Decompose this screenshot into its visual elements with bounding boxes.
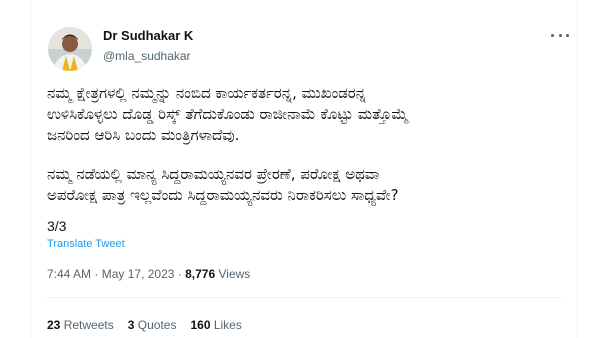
likes-count: 160 xyxy=(190,318,211,332)
quotes-stat[interactable]: 3 Quotes xyxy=(128,318,177,332)
meta-separator: · xyxy=(177,267,182,281)
thread-counter: 3/3 xyxy=(47,218,67,234)
translate-tweet-link[interactable]: Translate Tweet xyxy=(47,238,125,250)
tweet-line: ನಮ್ಮ ನಡೆಯಲ್ಲಿ ಮಾನ್ಯ ಸಿದ್ದರಾಮಯ್ಯನವರ ಪ್ರೇರ… xyxy=(47,165,380,183)
tweet-paragraph-2: ನಮ್ಮ ನಡೆಯಲ್ಲಿ ಮಾನ್ಯ ಸಿದ್ದರಾಮಯ್ಯನವರ ಪ್ರೇರ… xyxy=(47,164,567,206)
tweet-paragraph-1: ನಮ್ಮ ಕ್ಷೇತ್ರಗಳಲ್ಲಿ ನಮ್ಮನ್ನು ನಂಬಿದ ಕಾರ್ಯಕ… xyxy=(47,83,567,146)
tweet-card: Dr Sudhakar K @mla_sudhakar ನಮ್ಮ ಕ್ಷೇತ್ರ… xyxy=(30,0,578,338)
quotes-label: Quotes xyxy=(137,318,177,332)
views-label: Views xyxy=(218,267,251,281)
tweet-line: ಉಳಿಸಿಕೊಳ್ಳಲು ದೊಡ್ಡ ರಿಸ್ಕ್ ತೆಗೆದುಕೊಂಡು ರಾ… xyxy=(47,105,409,123)
quotes-count: 3 xyxy=(127,318,135,332)
tweet-line: ನಮ್ಮ ಕ್ಷೇತ್ರಗಳಲ್ಲಿ ನಮ್ಮನ್ನು ನಂಬಿದ ಕಾರ್ಯಕ… xyxy=(47,84,367,102)
likes-stat[interactable]: 160 Likes xyxy=(190,318,241,332)
tweet-line: ಜನರಿಂದ ಆರಿಸಿ ಬಂದು ಮಂತ್ರಿಗಳಾದೆವು. xyxy=(47,126,240,144)
tweet-line: ಅಪರೋಕ್ಷ ಪಾತ್ರ ಇಲ್ಲವೆಂದು ಸಿದ್ದರಾಮಯ್ಯನವರು … xyxy=(47,186,399,204)
more-options-icon xyxy=(551,33,554,37)
retweets-label: Retweets xyxy=(63,318,114,332)
more-options-icon-dot xyxy=(558,33,562,37)
views-count: 8,776 xyxy=(185,267,216,281)
tweet-time[interactable]: 7:44 AM xyxy=(47,267,91,281)
avatar-photo-icon xyxy=(48,27,92,71)
divider xyxy=(47,297,561,298)
more-options-icon-dot xyxy=(566,33,569,37)
avatar[interactable] xyxy=(48,27,92,71)
retweets-count: 23 xyxy=(47,318,61,332)
engagement-stats: 23 Retweets 3 Quotes 160 Likes xyxy=(47,318,242,332)
author-handle[interactable]: @mla_sudhakar xyxy=(103,49,191,63)
meta-separator: · xyxy=(94,267,99,281)
more-options-button[interactable] xyxy=(551,28,569,42)
retweets-stat[interactable]: 23 Retweets xyxy=(47,318,114,332)
tweet-meta: 7:44 AM · May 17, 2023 · 8,776 Views xyxy=(47,267,250,281)
tweet-date[interactable]: May 17, 2023 xyxy=(102,267,175,281)
likes-label: Likes xyxy=(213,318,242,332)
author-name[interactable]: Dr Sudhakar K xyxy=(103,28,193,43)
